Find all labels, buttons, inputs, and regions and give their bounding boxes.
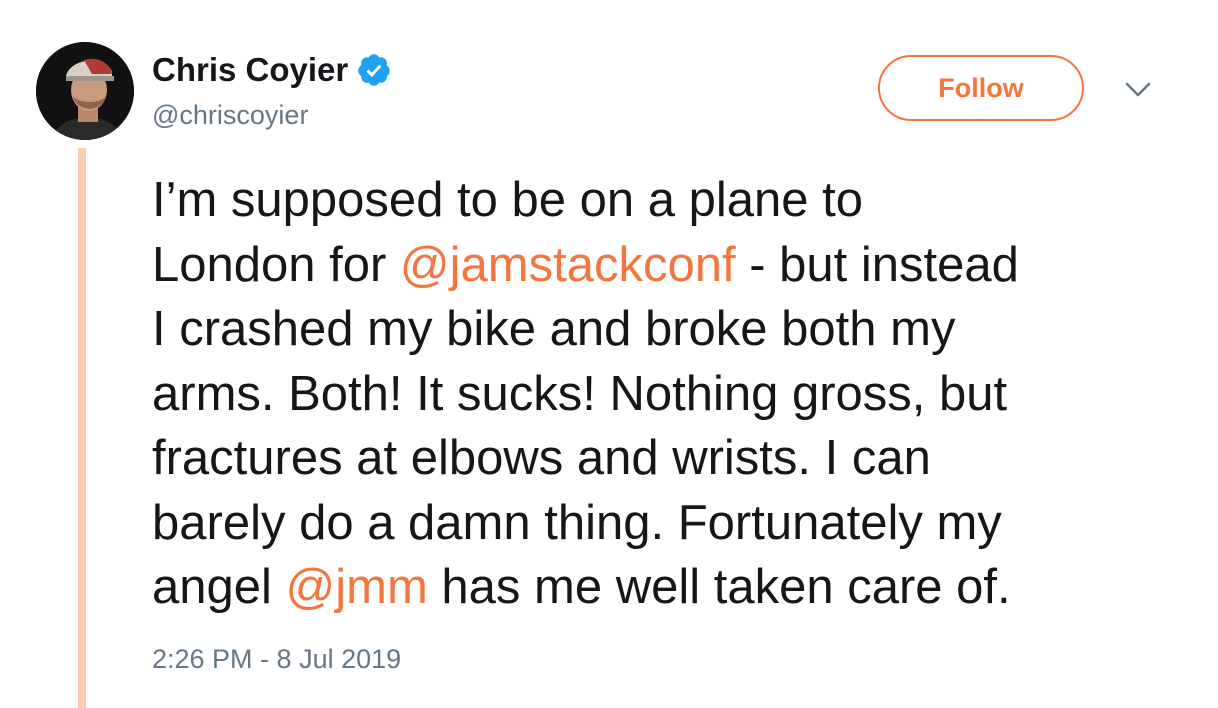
tweet-text-segment: has me well taken care of. bbox=[427, 560, 1011, 614]
chevron-down-icon[interactable] bbox=[1124, 80, 1152, 100]
tweet-line-4: arms. Both! It sucks! Nothing gross, but bbox=[152, 366, 1008, 421]
thread-connector-line bbox=[78, 148, 86, 708]
avatar[interactable] bbox=[36, 42, 134, 140]
avatar-photo bbox=[36, 42, 134, 140]
tweet-line-6: barely do a damn thing. Fortunately my bbox=[152, 495, 1002, 550]
mention-link-jamstackconf[interactable]: @jamstackconf bbox=[400, 238, 736, 292]
tweet-line-7: angel @jmm has me well taken care of. bbox=[152, 555, 1172, 620]
verified-badge-icon bbox=[358, 54, 390, 86]
author-handle[interactable]: @chriscoyier bbox=[152, 98, 308, 132]
mention-link-jmm[interactable]: @jmm bbox=[286, 560, 428, 614]
tweet-text-segment: - but instead bbox=[735, 237, 1019, 292]
tweet-text: I’m supposed to be on a plane to London … bbox=[152, 168, 1172, 620]
tweet-line-3: I crashed my bike and broke both my bbox=[152, 302, 956, 356]
tweet-line-5: fractures at elbows and wrists. I can bbox=[152, 431, 931, 485]
tweet-text-segment: angel bbox=[152, 560, 286, 614]
tweet-line-1: I’m supposed to be on a plane to bbox=[152, 173, 864, 227]
author-name-row: Chris Coyier bbox=[152, 50, 392, 90]
tweet-line-2: London for @jamstackconf - but instead bbox=[152, 233, 1172, 298]
follow-button[interactable]: Follow bbox=[878, 55, 1084, 121]
tweet-timestamp[interactable]: 2:26 PM - 8 Jul 2019 bbox=[152, 642, 401, 676]
author-display-name[interactable]: Chris Coyier bbox=[152, 50, 348, 90]
tweet-text-segment: London for bbox=[152, 237, 400, 292]
